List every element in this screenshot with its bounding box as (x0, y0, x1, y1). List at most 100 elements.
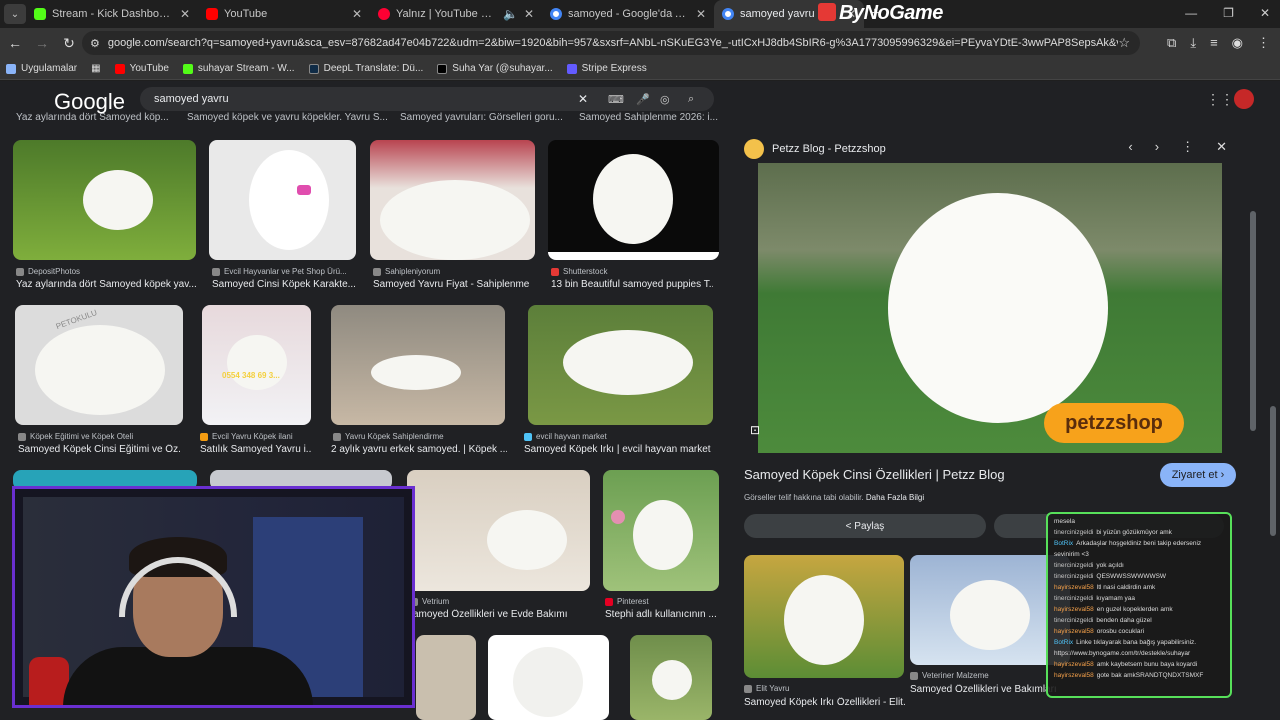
result-image[interactable] (407, 470, 590, 591)
image-source[interactable]: Köpek Eğitimi ve Köpek Oteli (18, 432, 133, 441)
image-source[interactable]: Sahipleniyorum (373, 267, 440, 276)
minimize-icon[interactable]: — (1185, 6, 1197, 20)
bookmark-youtube[interactable]: YouTube (114, 63, 169, 74)
back-icon[interactable]: ← (3, 35, 27, 51)
image-caption[interactable]: amoyed Özellikleri ve Evde Bakımı (413, 609, 591, 620)
avatar[interactable] (1234, 89, 1254, 109)
download-icon[interactable]: ⤓ (1190, 35, 1196, 51)
chat-text: amk kaybetsem bunu baya koyardi (1096, 661, 1198, 668)
close-icon[interactable]: ✕ (696, 7, 706, 21)
result-image[interactable] (209, 140, 356, 260)
image-source[interactable]: Pinterest (605, 597, 649, 606)
tab-youtube[interactable]: YouTube ✕ (198, 0, 370, 28)
image-source[interactable]: Shutterstock (551, 267, 607, 276)
tab-kick[interactable]: Stream - Kick Dashboard ✕ (26, 0, 198, 28)
lens-icon[interactable]: ◎ (660, 93, 670, 106)
prev-caption[interactable]: Samoyed yavruları: Görselleri goru... (400, 112, 563, 123)
image-caption[interactable]: Stephi adlı kullanıcının ... (605, 609, 717, 620)
close-icon[interactable]: ✕ (180, 7, 190, 21)
result-image[interactable]: 0554 348 69 3... (202, 305, 311, 425)
restore-icon[interactable]: ❐ (1223, 6, 1234, 20)
visit-button[interactable]: Ziyaret et › (1160, 463, 1236, 487)
search-box[interactable]: samoyed yavru ✕ ⌨ 🎤 ◎ ⌕ (140, 87, 714, 111)
prev-caption[interactable]: Samoyed köpek ve yavru köpekler. Yavru S… (187, 112, 388, 123)
result-image[interactable] (370, 140, 535, 260)
result-image[interactable]: PETOKULU (15, 305, 183, 425)
prev-caption[interactable]: Yaz aylarında dört Samoyed köp... (16, 112, 169, 123)
forward-icon[interactable]: → (30, 35, 54, 51)
result-image[interactable] (548, 140, 719, 260)
bookmark-kick[interactable]: suhayar Stream - W... (182, 63, 295, 74)
image-caption[interactable]: 13 bin Beautiful samoyed puppies T... (551, 279, 713, 290)
image-caption[interactable]: Satılık Samoyed Yavru i... (200, 444, 312, 455)
related-image[interactable] (744, 555, 904, 678)
close-icon[interactable]: ✕ (352, 7, 362, 21)
result-image[interactable] (416, 635, 476, 720)
close-icon[interactable]: ✕ (524, 7, 534, 21)
address-bar[interactable]: ⚙ google.com/search?q=samoyed+yavru&sca_… (82, 31, 1140, 55)
menu-icon[interactable]: ⋮ (1257, 35, 1270, 51)
result-image[interactable] (331, 305, 505, 425)
panel-title[interactable]: Samoyed Köpek Cinsi Özellikleri | Petzz … (744, 467, 1005, 482)
bookmark-stripe[interactable]: Stripe Express (566, 63, 647, 74)
result-image[interactable] (630, 635, 712, 720)
close-window-icon[interactable]: ✕ (1260, 6, 1270, 20)
image-source[interactable]: Elit Yavru (744, 684, 790, 693)
more-icon[interactable]: ⋮ (1181, 139, 1194, 155)
image-caption[interactable]: Yaz aylarında dört Samoyed köpek yav... (16, 279, 198, 290)
image-source[interactable]: Veteriner Malzeme (910, 671, 989, 680)
search-icon[interactable]: ⌕ (688, 93, 694, 106)
clear-icon[interactable]: ✕ (578, 92, 588, 106)
site-info-icon[interactable]: ⚙ (90, 37, 100, 50)
image-source[interactable]: Evcil Hayvanlar ve Pet Shop Ürü... (212, 267, 347, 276)
result-image[interactable] (488, 635, 609, 720)
media-icon[interactable]: ≡ (1210, 35, 1218, 51)
chat-text: yok açıldı (1096, 562, 1124, 569)
result-image[interactable] (528, 305, 713, 425)
speaker-icon[interactable]: 🔈 (503, 7, 518, 21)
preview-image[interactable]: petzzshop (758, 163, 1222, 453)
image-caption[interactable]: Samoyed Cinsi Köpek Karakte... (212, 279, 360, 290)
page-scrollbar[interactable] (1270, 406, 1276, 536)
image-source[interactable]: Yavru Köpek Sahiplendirme (333, 432, 444, 441)
result-image[interactable] (13, 140, 196, 260)
chat-username: hayirszeval58 (1054, 672, 1094, 679)
prev-icon[interactable]: ‹ (1128, 139, 1132, 155)
image-caption[interactable]: Samoyed Köpek Cinsi Eğitimi ve Öz... (18, 444, 180, 455)
profile-icon[interactable]: ◉ (1232, 35, 1243, 51)
panel-source[interactable]: Petzz Blog - Petzzshop (744, 139, 886, 159)
bookmark-deepl[interactable]: DeepL Translate: Dü... (308, 63, 423, 74)
reload-icon[interactable]: ↻ (57, 35, 81, 52)
mic-icon[interactable]: 🎤 (636, 93, 650, 106)
more-info-link[interactable]: Daha Fazla Bilgi (866, 493, 924, 502)
lens-search-icon[interactable]: ⊡ (750, 423, 760, 437)
chat-message: hayirszeval58 amk kaybetsem bunu baya koy… (1054, 659, 1224, 670)
image-caption[interactable]: 2 aylık yavru erkek samoyed. | Köpek ... (331, 444, 507, 455)
image-source[interactable]: DepositPhotos (16, 267, 80, 276)
petzzshop-watermark: petzzshop (1044, 403, 1184, 443)
bookmark-apps[interactable]: Uygulamalar (6, 63, 77, 74)
tab-youtube-music[interactable]: Yalnız | YouTube Music🔈✕ (370, 0, 542, 28)
tab-google-samoyed[interactable]: samoyed - Google'da Ara ✕ (542, 0, 714, 28)
keyboard-icon[interactable]: ⌨ (608, 93, 624, 106)
image-source[interactable]: Evcil Yavru Köpek ilani (200, 432, 293, 441)
image-caption[interactable]: Samoyed Özellikleri ve Bakımları (910, 684, 1060, 695)
panel-scrollbar[interactable] (1250, 211, 1256, 431)
bookmark-tiktok[interactable]: Suha Yar (@suhayar... (437, 63, 553, 74)
image-caption[interactable]: Samoyed Köpek Irkı Özellikleri - Elit... (744, 697, 906, 708)
next-icon[interactable]: › (1155, 139, 1159, 155)
result-image[interactable] (603, 470, 719, 591)
tab-search-button[interactable]: ⌄ (4, 4, 26, 24)
share-button[interactable]: < Paylaş (744, 514, 986, 538)
search-input[interactable]: samoyed yavru (154, 93, 229, 105)
close-icon[interactable]: ✕ (1216, 139, 1227, 155)
image-caption[interactable]: Samoyed Yavru Fiyat - Sahiplenme (373, 279, 538, 290)
bookmarks-bar: Uygulamalar ▦ YouTube suhayar Stream - W… (0, 58, 1280, 80)
image-caption[interactable]: Samoyed Köpek Irkı | evcil hayvan market (524, 444, 714, 455)
extensions-icon[interactable]: ⧉ (1167, 35, 1176, 51)
grid-icon[interactable]: ▦ (91, 63, 100, 74)
image-source[interactable]: Vetrium (410, 597, 449, 606)
image-source[interactable]: evcil hayvan market (524, 432, 607, 441)
bookmark-star-icon[interactable]: ☆ (1118, 35, 1130, 51)
prev-caption[interactable]: Samoyed Sahiplenme 2026: i... (579, 112, 718, 123)
